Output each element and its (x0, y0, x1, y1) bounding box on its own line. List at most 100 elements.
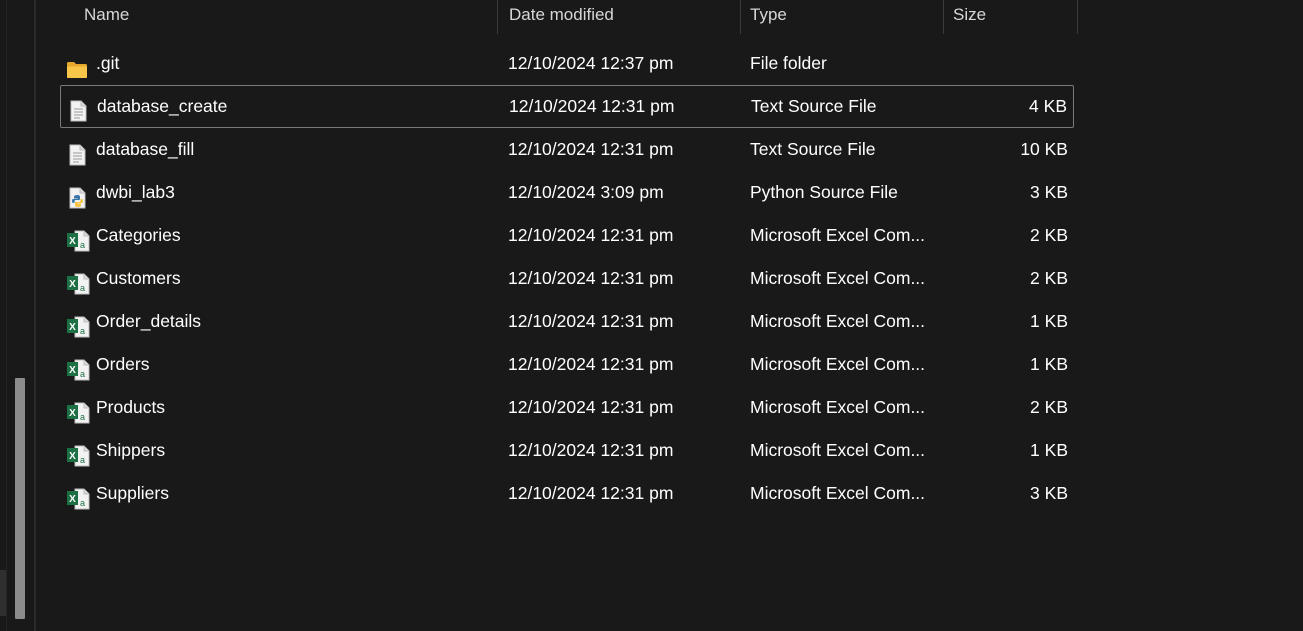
file-name: Shippers (96, 440, 166, 460)
file-type: Microsoft Excel Com... (750, 225, 926, 245)
file-size: 3 KB (1030, 483, 1068, 503)
file-size: 2 KB (1030, 397, 1068, 417)
column-header-date-modified[interactable]: Date modified (497, 0, 740, 34)
file-type: Text Source File (750, 139, 876, 159)
file-size: 1 KB (1030, 354, 1068, 374)
file-type: File folder (750, 53, 827, 73)
file-date-modified: 12/10/2024 12:37 pm (508, 53, 674, 73)
file-type: Microsoft Excel Com... (750, 440, 926, 460)
file-name: Categories (96, 225, 181, 245)
file-row[interactable]: Xa Categories 12/10/2024 12:31 pm Microsoft… (60, 214, 1074, 257)
file-icon-cell: Xa (65, 472, 90, 515)
file-date-modified: 12/10/2024 3:09 pm (508, 182, 664, 202)
file-row[interactable]: Xa Orders 12/10/2024 12:31 pm Microsoft Exc… (60, 343, 1074, 386)
file-type: Microsoft Excel Com... (750, 354, 926, 374)
file-date-modified: 12/10/2024 12:31 pm (508, 440, 674, 460)
file-row[interactable]: database_create 12/10/2024 12:31 pm Text S… (60, 85, 1074, 128)
file-icon-cell: Xa (65, 214, 90, 257)
column-header-type[interactable]: Type (740, 0, 943, 34)
svg-text:a: a (80, 455, 85, 465)
file-date-modified: 12/10/2024 12:31 pm (508, 397, 674, 417)
excel-file-icon: Xa (66, 354, 90, 381)
file-name: database_fill (96, 139, 195, 159)
file-type: Microsoft Excel Com... (750, 397, 926, 417)
svg-text:X: X (69, 365, 76, 376)
nav-pane-edge (6, 0, 7, 631)
file-row[interactable]: Xa Products 12/10/2024 12:31 pm Microsoft E… (60, 386, 1074, 429)
file-size: 1 KB (1030, 311, 1068, 331)
file-date-modified: 12/10/2024 12:31 pm (508, 311, 674, 331)
file-row[interactable]: Xa Order_details 12/10/2024 12:31 pm Micros… (60, 300, 1074, 343)
svg-text:X: X (69, 322, 76, 333)
file-name: database_create (97, 96, 228, 116)
svg-text:X: X (69, 408, 76, 419)
file-date-modified: 12/10/2024 12:31 pm (508, 354, 674, 374)
file-type: Microsoft Excel Com... (750, 268, 926, 288)
file-date-modified: 12/10/2024 12:31 pm (508, 139, 674, 159)
file-size: 2 KB (1030, 225, 1068, 245)
file-icon-cell (66, 86, 90, 129)
svg-text:a: a (80, 326, 85, 336)
file-type: Microsoft Excel Com... (750, 483, 926, 503)
excel-file-icon: Xa (66, 268, 90, 295)
file-date-modified: 12/10/2024 12:31 pm (508, 225, 674, 245)
file-name: Products (96, 397, 166, 417)
svg-text:a: a (80, 498, 85, 508)
file-icon-cell: Xa (65, 386, 90, 429)
python-file-icon (66, 182, 88, 209)
file-name: Orders (96, 354, 150, 374)
svg-text:X: X (69, 236, 76, 247)
excel-file-icon: Xa (66, 397, 90, 424)
file-size: 10 KB (1020, 139, 1068, 159)
file-size: 2 KB (1030, 268, 1068, 288)
excel-file-icon: Xa (66, 311, 90, 338)
excel-file-icon: Xa (66, 440, 90, 467)
file-name: Suppliers (96, 483, 169, 503)
file-row[interactable]: dwbi_lab3 12/10/2024 3:09 pm Python Source… (60, 171, 1074, 214)
file-row[interactable]: Xa Suppliers 12/10/2024 12:31 pm Microsoft … (60, 472, 1074, 515)
column-header-size[interactable]: Size (943, 0, 1078, 34)
folder-icon (66, 53, 88, 78)
file-name: .git (96, 53, 120, 73)
navigation-pane (0, 0, 36, 631)
svg-text:X: X (69, 494, 76, 505)
file-date-modified: 12/10/2024 12:31 pm (508, 268, 674, 288)
svg-text:a: a (80, 240, 85, 250)
file-row[interactable]: Xa Shippers 12/10/2024 12:31 pm Microsoft E… (60, 429, 1074, 472)
text-file-icon (66, 139, 88, 166)
file-name: dwbi_lab3 (96, 182, 175, 202)
nav-pane-scrollbar-thumb[interactable] (15, 378, 25, 619)
file-icon-cell: Xa (65, 257, 90, 300)
file-row[interactable]: Xa Customers 12/10/2024 12:31 pm Microsoft … (60, 257, 1074, 300)
svg-text:a: a (80, 369, 85, 379)
column-header-name[interactable]: Name (36, 0, 497, 34)
file-type: Text Source File (751, 96, 877, 116)
file-icon-cell (65, 171, 89, 214)
file-name: Order_details (96, 311, 202, 331)
text-file-icon (67, 96, 89, 122)
file-type: Microsoft Excel Com... (750, 311, 926, 331)
pane-divider[interactable] (34, 0, 36, 631)
excel-file-icon: Xa (66, 483, 90, 510)
svg-text:a: a (80, 283, 85, 293)
file-icon-cell (65, 128, 89, 171)
file-icon-cell (65, 42, 89, 85)
nav-scroll-tab[interactable] (0, 570, 6, 616)
file-icon-cell: Xa (65, 429, 90, 472)
svg-text:a: a (80, 412, 85, 422)
svg-text:X: X (69, 451, 76, 462)
file-date-modified: 12/10/2024 12:31 pm (509, 96, 675, 116)
file-icon-cell: Xa (65, 300, 90, 343)
file-row[interactable]: .git 12/10/2024 12:37 pm File folder (60, 42, 1074, 85)
file-size: 1 KB (1030, 440, 1068, 460)
column-header-bar: Name Date modified Type Size (36, 0, 1303, 34)
file-row[interactable]: database_fill 12/10/2024 12:31 pm Text Sou… (60, 128, 1074, 171)
file-icon-cell: Xa (65, 343, 90, 386)
svg-text:X: X (69, 279, 76, 290)
file-name: Customers (96, 268, 181, 288)
file-list: .git 12/10/2024 12:37 pm File folder databa… (60, 42, 1074, 515)
file-size: 4 KB (1029, 96, 1067, 116)
file-date-modified: 12/10/2024 12:31 pm (508, 483, 674, 503)
file-type: Python Source File (750, 182, 898, 202)
excel-file-icon: Xa (66, 225, 90, 252)
